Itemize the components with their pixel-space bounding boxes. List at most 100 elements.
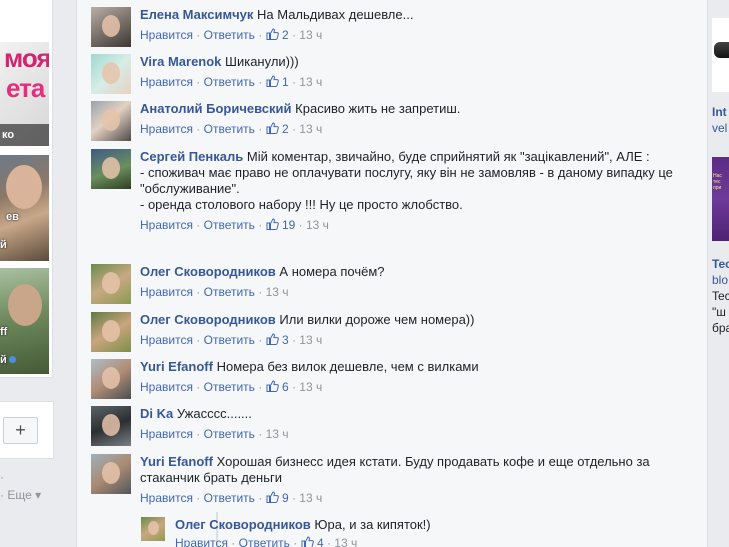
comment-text: На Мальдивах дешевле... <box>256 7 414 22</box>
caption-text: й <box>0 354 7 366</box>
comment-text: Или вилки дороже чем номера)) <box>279 312 475 327</box>
avatar[interactable] <box>91 312 131 352</box>
timestamp[interactable]: 13 ч <box>299 28 322 42</box>
avatar[interactable] <box>91 264 131 304</box>
like-count[interactable]: 6 <box>282 380 289 394</box>
page-thumbnail-person-2[interactable]: ff й <box>0 268 49 374</box>
comment-text: Шиканули))) <box>225 54 299 69</box>
thumbnail-brand-text-2: ета <box>6 73 45 103</box>
reply-link[interactable]: Ответить <box>204 427 255 441</box>
reply-link[interactable]: Ответить <box>204 75 255 89</box>
like-link[interactable]: Нравится <box>140 333 193 347</box>
like-count[interactable]: 1 <box>282 75 289 89</box>
like-count[interactable]: 2 <box>282 28 289 42</box>
like-count[interactable]: 19 <box>282 218 295 232</box>
ad-image-2[interactable]: Нас тес при <box>712 157 729 241</box>
like-link[interactable]: Нравится <box>140 75 193 89</box>
comment-actions: Нравится · Ответить · 13 ч <box>140 285 289 299</box>
like-link[interactable]: Нравится <box>140 427 193 441</box>
like-link[interactable]: Нравится <box>140 122 193 136</box>
comment-body: Vira Marenok Шиканули))) Нравится · Отве… <box>140 54 680 90</box>
comment-actions: Нравится · Ответить · 3 · 13 ч <box>140 333 323 347</box>
avatar[interactable] <box>91 149 131 189</box>
reply-link[interactable]: Ответить <box>204 380 255 394</box>
comment-author[interactable]: Vira Marenok <box>140 54 221 69</box>
timestamp[interactable]: 13 ч <box>266 427 289 441</box>
ad-title-2[interactable]: Tec <box>712 257 729 271</box>
ad-domain[interactable]: vel <box>712 121 729 135</box>
comment-author[interactable]: Олег Сковородников <box>140 264 276 279</box>
ad-title[interactable]: Int <box>712 105 729 119</box>
thumbs-up-icon <box>266 491 279 503</box>
add-button[interactable]: + <box>3 417 38 444</box>
like-count[interactable]: 9 <box>282 491 289 505</box>
thumbs-up-icon <box>301 536 314 547</box>
avatar[interactable] <box>91 7 131 47</box>
thumbs-up-icon <box>266 28 279 40</box>
thumbnail-caption: ff <box>0 326 8 338</box>
comment-author[interactable]: Анатолий Боричевский <box>140 101 292 116</box>
comment-text: Юра, и за кипяток!) <box>314 517 431 532</box>
comment-text: Красиво жить не запретиш. <box>295 101 461 116</box>
page-thumbnail-moya-planeta[interactable]: моя ета ко <box>0 42 49 146</box>
comment-text: Ужасссс....... <box>176 406 252 421</box>
add-box: + <box>0 401 54 459</box>
avatar[interactable] <box>91 406 131 446</box>
like-count[interactable]: 3 <box>282 333 289 347</box>
comment-body: Yuri Efanoff Хорошая бизнесс идея кстати… <box>140 454 680 506</box>
avatar[interactable] <box>91 54 131 94</box>
comment-body: Елена Максимчук На Мальдивах дешевле... … <box>140 7 680 43</box>
timestamp[interactable]: 13 ч <box>266 285 289 299</box>
comment-body: Олег Сковородников Или вилки дороже чем … <box>140 312 680 348</box>
comment-author[interactable]: Олег Сковородников <box>175 517 311 532</box>
timestamp[interactable]: 13 ч <box>299 333 322 347</box>
like-link[interactable]: Нравится <box>140 491 193 505</box>
comment-body: Анатолий Боричевский Красиво жить не зап… <box>140 101 680 137</box>
avatar-face <box>102 414 120 436</box>
comment-author[interactable]: Елена Максимчук <box>140 7 253 22</box>
timestamp[interactable]: 13 ч <box>299 380 322 394</box>
verified-badge-icon <box>8 356 16 363</box>
reply-link[interactable]: Ответить <box>204 333 255 347</box>
like-count[interactable]: 2 <box>282 122 289 136</box>
like-link[interactable]: Нравится <box>140 218 193 232</box>
avatar[interactable] <box>91 454 131 494</box>
footer-links: · · Еще ▾ <box>0 470 41 502</box>
timestamp[interactable]: 13 ч <box>334 536 357 547</box>
avatar[interactable] <box>91 101 131 141</box>
comment-actions: Нравится · Ответить · 4 · 13 ч <box>175 535 715 547</box>
avatar-face <box>148 521 159 535</box>
timestamp[interactable]: 13 ч <box>306 218 329 232</box>
comment-author[interactable]: Di Ka <box>140 406 173 421</box>
avatar[interactable] <box>141 517 165 541</box>
like-link[interactable]: Нравится <box>175 536 228 547</box>
like-link[interactable]: Нравится <box>140 380 193 394</box>
reply-link[interactable]: Ответить <box>204 122 255 136</box>
more-link[interactable]: · Еще ▾ <box>0 488 41 502</box>
ad-image[interactable] <box>712 18 729 92</box>
comment-actions: Нравится · Ответить · 19 · 13 ч <box>140 218 329 232</box>
like-link[interactable]: Нравится <box>140 28 193 42</box>
comment-author[interactable]: Yuri Efanoff <box>140 359 213 374</box>
comment-author[interactable]: Олег Сковородников <box>140 312 276 327</box>
right-sidebar-ads: Int vel Нас тес при Tec blo Tec "ш бра <box>709 0 729 547</box>
avatar-face <box>102 272 120 294</box>
timestamp[interactable]: 13 ч <box>299 75 322 89</box>
like-count[interactable]: 4 <box>317 536 324 547</box>
reply-link[interactable]: Ответить <box>204 218 255 232</box>
reply-link[interactable]: Ответить <box>204 491 255 505</box>
comment-text: Номера без вилок дешевле, чем с вилками <box>216 359 479 374</box>
reply-link[interactable]: Ответить <box>239 536 290 547</box>
comment-author[interactable]: Yuri Efanoff <box>140 454 213 469</box>
timestamp[interactable]: 13 ч <box>299 491 322 505</box>
like-link[interactable]: Нравится <box>140 285 193 299</box>
ad-domain-2[interactable]: blo <box>712 273 729 287</box>
timestamp[interactable]: 13 ч <box>299 122 322 136</box>
reply-link[interactable]: Ответить <box>204 28 255 42</box>
left-sidebar: моя ета ко ев й ff й + · · Еще ▾ <box>0 0 56 547</box>
reply-link[interactable]: Ответить <box>204 285 255 299</box>
comment-author[interactable]: Сергей Пенкаль <box>140 149 243 164</box>
page-thumbnail-person[interactable]: ев й <box>0 155 49 261</box>
comment-actions: Нравится · Ответить · 9 · 13 ч <box>140 491 323 505</box>
avatar[interactable] <box>91 359 131 399</box>
